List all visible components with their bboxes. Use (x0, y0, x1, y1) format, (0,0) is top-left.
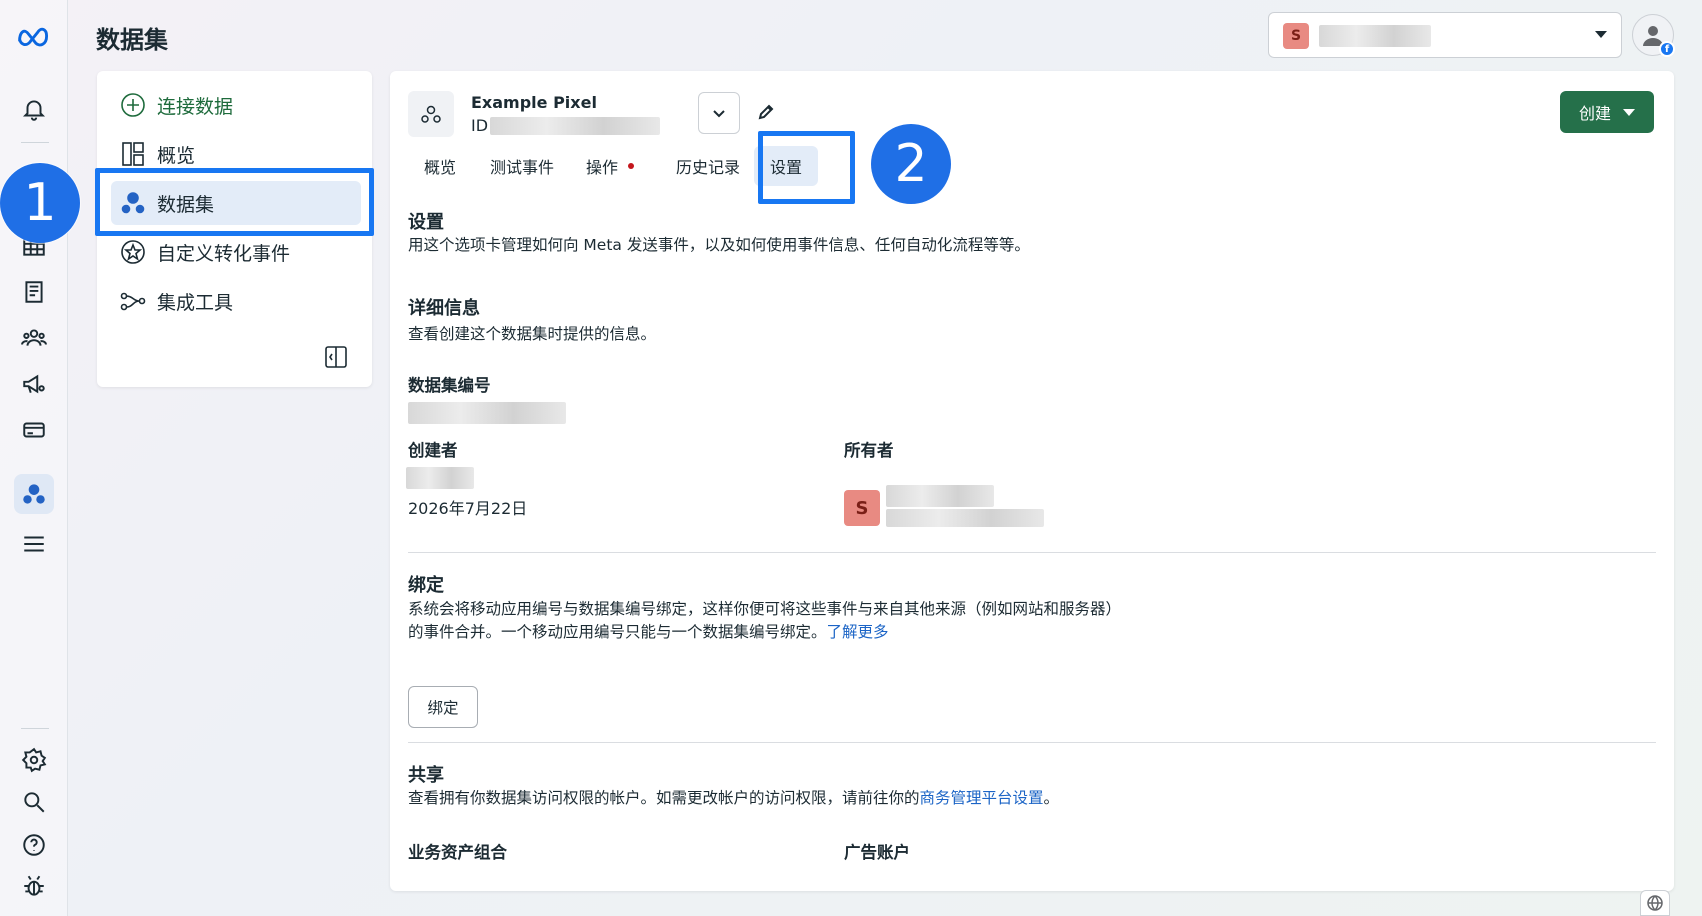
owner-label: 所有者 (844, 441, 894, 460)
bell-icon[interactable] (14, 89, 54, 129)
megaphone-icon[interactable] (14, 364, 54, 404)
sharing-description-text: 查看拥有你数据集访问权限的帐户。如需更改帐户的访问权限，请前往你的 (408, 789, 920, 807)
owner-avatar: S (844, 490, 880, 526)
sidebar-item-label: 集成工具 (157, 291, 234, 314)
pixel-icon (408, 91, 454, 137)
creator-name-redacted (406, 467, 474, 489)
help-icon[interactable] (14, 825, 54, 865)
settings-icon[interactable] (14, 740, 54, 780)
sharing-heading: 共享 (408, 765, 444, 786)
settings-heading: 设置 (408, 212, 444, 233)
dataset-id-redacted (408, 402, 566, 424)
plus-circle-icon (121, 93, 145, 117)
sidebar-item-custom-conversions[interactable]: 自定义转化事件 (111, 230, 361, 274)
tab-history[interactable]: 历史记录 (660, 146, 756, 186)
binding-description-text: 的事件合并。一个移动应用编号只能与一个数据集编号绑定。 (408, 623, 827, 641)
settings-description: 用这个选项卡管理如何向 Meta 发送事件，以及如何使用事件信息、任何自动化流程… (408, 236, 1030, 254)
chevron-down-icon (1595, 31, 1607, 38)
account-avatar: S (1283, 23, 1309, 49)
page-title: 数据集 (96, 26, 168, 54)
step-1-marker: 1 (0, 163, 80, 243)
learn-more-link[interactable]: 了解更多 (827, 623, 889, 641)
sidebar-item-label: 概览 (157, 144, 196, 167)
caret-down-icon (1623, 108, 1635, 116)
owner-name-redacted (886, 485, 994, 507)
collapse-sidebar-icon[interactable] (323, 344, 349, 370)
sidebar-item-label: 自定义转化事件 (157, 242, 291, 265)
sharing-description: 查看拥有你数据集访问权限的帐户。如需更改帐户的访问权限，请前往你的商务管理平台设… (408, 786, 1059, 810)
tab-label: 测试事件 (490, 158, 555, 177)
creator-label: 创建者 (408, 441, 458, 460)
pixel-id-label: ID (471, 116, 489, 135)
dataset-id-label: 数据集编号 (408, 376, 491, 395)
bug-icon[interactable] (14, 866, 54, 906)
details-heading: 详细信息 (408, 298, 480, 319)
search-icon[interactable] (14, 782, 54, 822)
integration-icon (120, 292, 146, 311)
sidebar-item-connect-data[interactable]: 连接数据 (111, 83, 361, 127)
people-icon[interactable] (14, 318, 54, 358)
sidebar-item-integrations[interactable]: 集成工具 (111, 279, 361, 323)
business-portfolio-label: 业务资产组合 (408, 843, 507, 862)
notification-dot (628, 163, 635, 169)
tab-label: 概览 (424, 158, 457, 177)
owner-id-redacted (886, 509, 1044, 527)
pencil-icon[interactable] (754, 100, 778, 124)
create-button-label: 创建 (1578, 104, 1611, 123)
ad-account-label: 广告账户 (844, 843, 910, 862)
highlight-datasets (95, 168, 374, 236)
business-account-selector[interactable]: S (1268, 12, 1622, 58)
menu-icon[interactable] (14, 524, 54, 564)
pixel-switcher-dropdown[interactable] (698, 92, 740, 134)
tab-label: 操作 (586, 158, 619, 177)
card-icon[interactable] (14, 410, 54, 450)
tab-overview[interactable]: 概览 (408, 146, 472, 186)
sharing-description-end: 。 (1043, 789, 1060, 807)
business-settings-link[interactable]: 商务管理平台设置 (920, 789, 1044, 807)
created-date: 2026年7月22日 (408, 499, 528, 518)
profile-avatar[interactable]: f (1632, 14, 1675, 57)
account-name-redacted (1319, 25, 1431, 47)
meta-logo-icon[interactable] (14, 16, 54, 56)
facebook-icon: f (1659, 41, 1675, 57)
details-description: 查看创建这个数据集时提供的信息。 (408, 325, 657, 343)
dataset-settings-panel: Example Pixel ID 概览 测试事件 操作 历史记录 设置 创建 设… (390, 71, 1674, 891)
catalog-icon[interactable] (14, 272, 54, 312)
pixel-id-redacted (490, 117, 660, 135)
binding-description-line1: 系统会将移动应用编号与数据集编号绑定，这样你便可将这些事件与来自其他来源（例如网… (408, 600, 1122, 618)
tab-actions[interactable]: 操作 (570, 146, 650, 186)
tab-label: 历史记录 (676, 158, 741, 177)
binding-description-line2: 的事件合并。一个移动应用编号只能与一个数据集编号绑定。了解更多 (408, 620, 889, 644)
globe-icon[interactable] (1640, 890, 1670, 916)
rail-divider (21, 142, 49, 143)
chevron-down-icon (713, 110, 725, 118)
rail-divider-bottom (21, 728, 49, 729)
bind-button[interactable]: 绑定 (408, 686, 478, 728)
sidebar-item-label: 连接数据 (157, 95, 234, 118)
section-divider (408, 552, 1656, 553)
section-divider (408, 742, 1656, 743)
global-nav-rail (0, 0, 68, 916)
pixel-name: Example Pixel (471, 93, 597, 112)
create-button[interactable]: 创建 (1560, 91, 1654, 133)
star-badge-icon (121, 240, 145, 264)
highlight-settings-tab (758, 131, 855, 204)
layout-icon (122, 142, 144, 166)
step-2-marker: 2 (871, 124, 951, 204)
dataset-icon[interactable] (14, 474, 54, 514)
tab-test-events[interactable]: 测试事件 (474, 146, 570, 186)
binding-heading: 绑定 (408, 575, 444, 596)
